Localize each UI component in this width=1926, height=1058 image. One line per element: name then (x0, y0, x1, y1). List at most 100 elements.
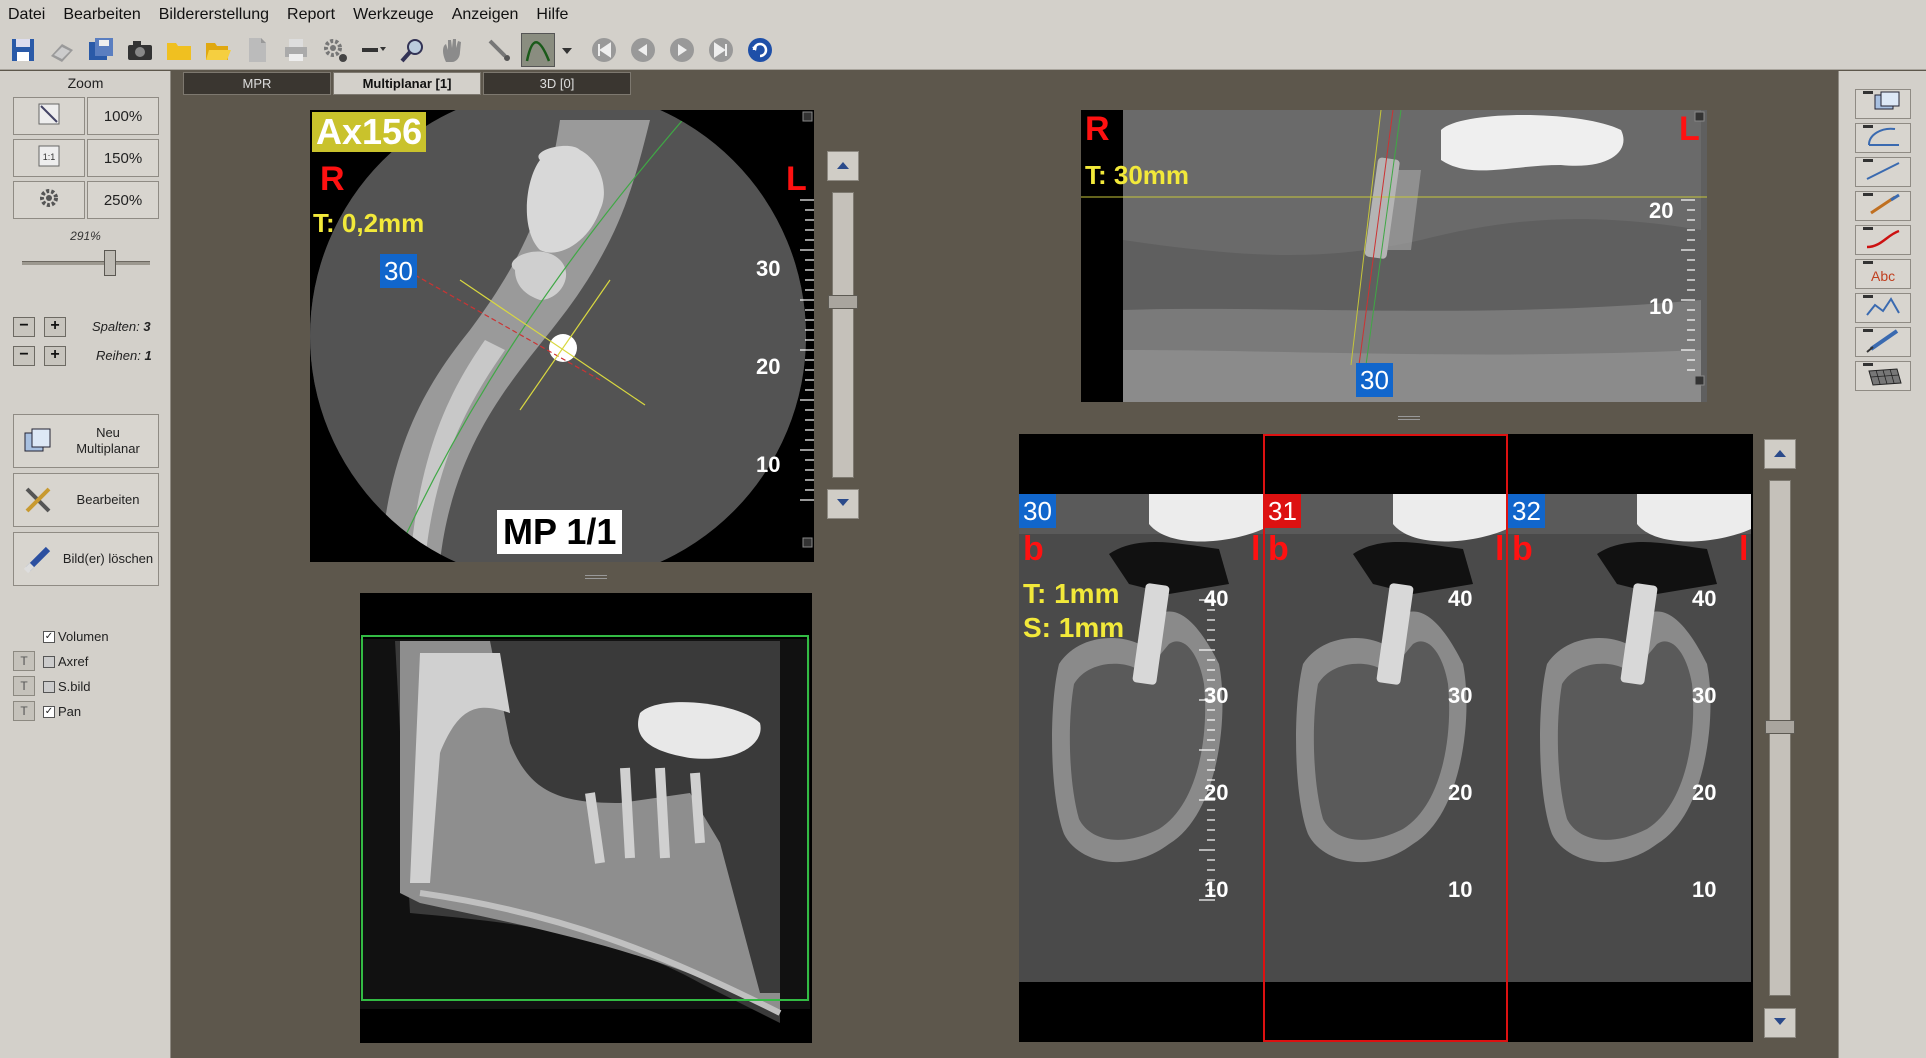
app-window: Datei Bearbeiten Bildererstellung Report… (0, 0, 1926, 1058)
axial-slice-badge[interactable]: 30 (380, 254, 417, 288)
sagittal-pano-viewport[interactable]: R L T: 30mm 30 20 10 (1081, 110, 1707, 402)
zoom-slider-thumb[interactable] (103, 250, 116, 276)
axial-scroll-down-button[interactable] (827, 489, 859, 519)
columns-minus-button[interactable]: − (13, 317, 35, 337)
pan-t-button[interactable]: T (13, 701, 35, 721)
hand-icon[interactable] (435, 33, 469, 67)
splitter-handle[interactable] (585, 575, 607, 579)
splitter-handle-right[interactable] (1398, 416, 1420, 420)
previous-frame-icon[interactable] (626, 33, 660, 67)
menu-report[interactable]: Report (279, 6, 345, 24)
dash-dropdown-icon[interactable] (357, 33, 391, 67)
panorama-viewport[interactable] (360, 593, 812, 1043)
axial-scroll-track[interactable] (832, 192, 854, 478)
cross-ruler-40-c: 40 (1692, 586, 1717, 611)
curve-dropdown-icon[interactable] (560, 33, 574, 67)
pen-tool[interactable] (1855, 191, 1911, 221)
cross-slice-badge-31[interactable]: 31 (1264, 494, 1301, 528)
line-measure-icon (1861, 157, 1905, 188)
open-folder-icon[interactable] (201, 33, 235, 67)
print-icon[interactable] (279, 33, 313, 67)
new-multiplanar-tool[interactable] (1855, 89, 1911, 119)
angle-icon (1861, 123, 1905, 154)
zoom-100-button[interactable]: 100% (87, 97, 159, 135)
arrow-down-icon (836, 495, 850, 513)
zoom-slider-track[interactable] (22, 261, 150, 265)
axref-checkbox[interactable]: Axref (43, 654, 88, 669)
last-frame-icon[interactable] (704, 33, 738, 67)
folder-icon[interactable] (162, 33, 196, 67)
menu-bar: Datei Bearbeiten Bildererstellung Report… (0, 0, 1926, 30)
zoom-150-button[interactable]: 150% (87, 139, 159, 177)
tab-multiplanar[interactable]: Multiplanar [1] (333, 72, 481, 95)
play-icon[interactable] (665, 33, 699, 67)
syringe-icon (1861, 327, 1905, 358)
menu-bildererstellung[interactable]: Bildererstellung (151, 6, 279, 24)
magnifier-icon[interactable] (396, 33, 430, 67)
zoom-fit-button[interactable] (13, 97, 85, 135)
new-mp-line1: Neu (96, 425, 120, 440)
refresh-icon[interactable] (743, 33, 777, 67)
menu-hilfe[interactable]: Hilfe (528, 6, 578, 24)
document-icon[interactable] (240, 33, 274, 67)
open-scan-icon[interactable] (45, 33, 79, 67)
rows-minus-button[interactable]: − (13, 346, 35, 366)
axial-left-marker: L (786, 160, 807, 198)
brush-icon[interactable] (482, 33, 516, 67)
cross-slice-badge-30[interactable]: 30 (1019, 494, 1056, 528)
volume-checkbox[interactable]: ✓ Volumen (43, 629, 109, 644)
cross-scroll-thumb[interactable] (1765, 720, 1795, 734)
axial-scroll-up-button[interactable] (827, 151, 859, 181)
gear-icon (36, 185, 62, 215)
pano-ruler-20: 20 (1649, 198, 1674, 223)
columns-plus-button[interactable]: + (44, 317, 66, 337)
save-copy-icon[interactable] (84, 33, 118, 67)
cross-scroll-down-button[interactable] (1764, 1008, 1796, 1038)
edit-button[interactable]: Bearbeiten (13, 473, 159, 527)
menu-anzeigen[interactable]: Anzeigen (444, 6, 529, 24)
cross-scroll-up-button[interactable] (1764, 439, 1796, 469)
angle-tool[interactable] (1855, 123, 1911, 153)
axial-viewport[interactable]: Ax156 R L T: 0,2mm 30 MP 1/1 30 20 10 (310, 110, 814, 562)
line-measure-tool[interactable] (1855, 157, 1911, 187)
cross-ruler-20-b: 20 (1448, 780, 1473, 805)
zoom-250-button[interactable]: 250% (87, 181, 159, 219)
new-multiplanar-button[interactable]: Neu Multiplanar (13, 414, 159, 468)
curve-icon[interactable] (521, 32, 555, 67)
cross-ruler-10-b: 10 (1448, 877, 1473, 902)
cross-section-viewport[interactable]: 30 31 32 b l b l b l T: 1mm S: 1mm 40 30… (1019, 434, 1753, 1042)
axial-thickness: T: 0,2mm (313, 208, 425, 238)
profile-tool[interactable] (1855, 293, 1911, 323)
axref-t-button[interactable]: T (13, 651, 35, 671)
curve-draw-tool[interactable] (1855, 225, 1911, 255)
camera-icon[interactable] (123, 33, 157, 67)
settings-gear-icon[interactable] (318, 33, 352, 67)
pan-checkbox[interactable]: ✓ Pan (43, 704, 81, 719)
cross-ruler-20-a: 20 (1204, 780, 1229, 805)
menu-bearbeiten[interactable]: Bearbeiten (55, 6, 150, 24)
right-tool-panel: Abc (1838, 71, 1926, 1058)
zoom-1to1-button[interactable]: 1:1 (13, 139, 85, 177)
grid-tool[interactable] (1855, 361, 1911, 391)
menu-datei[interactable]: Datei (0, 6, 55, 24)
sbild-t-button[interactable]: T (13, 676, 35, 696)
first-frame-icon[interactable] (587, 33, 621, 67)
menu-werkzeuge[interactable]: Werkzeuge (345, 6, 444, 24)
pano-slice-badge[interactable]: 30 (1356, 363, 1393, 397)
cross-scroll-track[interactable] (1769, 480, 1791, 996)
cross-ruler-40-a: 40 (1204, 586, 1229, 611)
arrow-up-icon (836, 157, 850, 175)
delete-images-button[interactable]: Bild(er) löschen (13, 532, 159, 586)
sbild-checkbox[interactable]: S.bild (43, 679, 91, 694)
save-icon[interactable] (6, 33, 40, 67)
rows-plus-button[interactable]: + (44, 346, 66, 366)
tab-3d[interactable]: 3D [0] (483, 72, 631, 95)
cross-slice-badge-32[interactable]: 32 (1508, 494, 1545, 528)
text-annotation-tool[interactable]: Abc (1855, 259, 1911, 289)
axial-scroll-thumb[interactable] (828, 295, 858, 309)
new-mp-line2: Multiplanar (76, 441, 140, 456)
zoom-settings-button[interactable] (13, 181, 85, 219)
tab-mpr[interactable]: MPR (183, 72, 331, 95)
syringe-tool[interactable] (1855, 327, 1911, 357)
svg-text:Abc: Abc (1871, 268, 1895, 284)
